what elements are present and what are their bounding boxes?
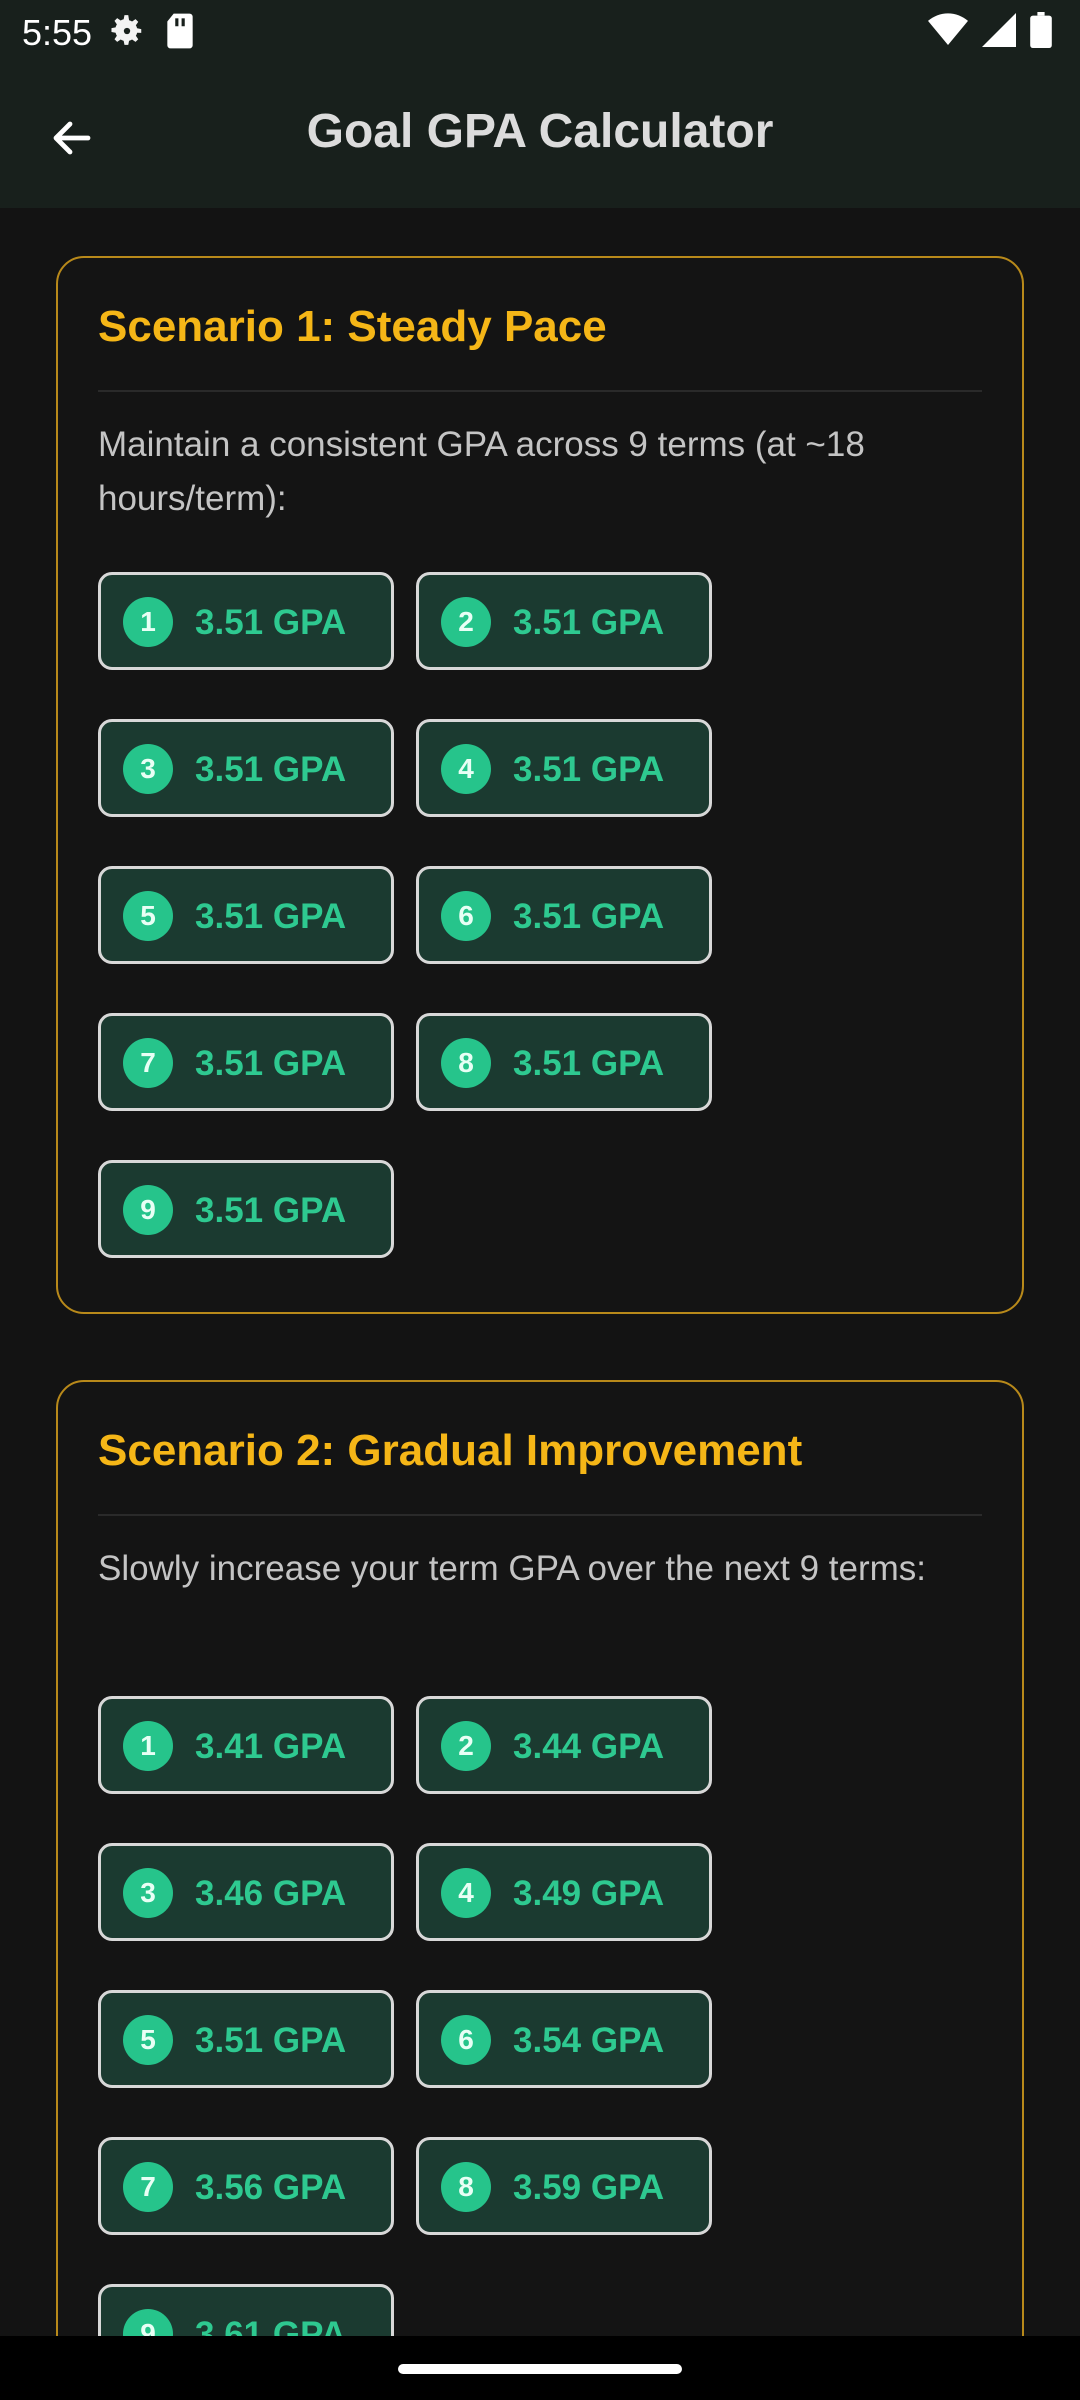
term-gpa: 3.46 GPA xyxy=(195,1874,347,1913)
term-number-badge: 3 xyxy=(123,1868,173,1918)
term-chip-5: 5 3.51 GPA xyxy=(98,1990,394,2088)
status-left-icons xyxy=(108,12,196,59)
page-title: Goal GPA Calculator xyxy=(306,105,774,158)
term-chip-8: 8 3.59 GPA xyxy=(416,2137,712,2235)
term-number-badge: 2 xyxy=(441,597,491,647)
term-number-badge: 5 xyxy=(123,2015,173,2065)
term-number-badge: 2 xyxy=(441,1721,491,1771)
divider xyxy=(98,390,982,392)
term-chip-2: 2 3.44 GPA xyxy=(416,1696,712,1794)
term-chip-6: 6 3.54 GPA xyxy=(416,1990,712,2088)
term-number-badge: 6 xyxy=(441,891,491,941)
term-chip-4: 4 3.51 GPA xyxy=(416,719,712,817)
term-gpa: 3.49 GPA xyxy=(513,1874,665,1913)
term-chip-5: 5 3.51 GPA xyxy=(98,866,394,964)
scenario-description: Maintain a consistent GPA across 9 terms… xyxy=(98,425,865,518)
term-gpa: 3.51 GPA xyxy=(195,603,347,642)
status-bar: 5:55 xyxy=(0,0,1080,64)
term-number-badge: 5 xyxy=(123,891,173,941)
scenario-title: Scenario 2: Gradual Improvement xyxy=(98,1426,803,1475)
gear-icon xyxy=(108,12,146,59)
term-chip-1: 1 3.51 GPA xyxy=(98,572,394,670)
term-number-badge: 6 xyxy=(441,2015,491,2065)
scenario-card-2: Scenario 2: Gradual Improvement Slowly i… xyxy=(56,1380,1024,2336)
term-chip-7: 7 3.56 GPA xyxy=(98,2137,394,2235)
term-number-badge: 4 xyxy=(441,1868,491,1918)
battery-icon xyxy=(1030,12,1052,57)
term-gpa: 3.59 GPA xyxy=(513,2168,665,2207)
term-chip-3: 3 3.51 GPA xyxy=(98,719,394,817)
term-gpa: 3.51 GPA xyxy=(195,1191,347,1230)
status-time: 5:55 xyxy=(22,12,93,53)
term-number-badge: 3 xyxy=(123,744,173,794)
scroll-content[interactable]: Scenario 1: Steady Pace Maintain a consi… xyxy=(0,208,1080,2336)
term-number-badge: 9 xyxy=(123,1185,173,1235)
term-gpa: 3.51 GPA xyxy=(195,2021,347,2060)
navigation-bar xyxy=(0,2336,1080,2400)
term-chip-9: 9 3.61 GPA xyxy=(98,2284,394,2336)
term-chip-7: 7 3.51 GPA xyxy=(98,1013,394,1111)
term-number-badge: 7 xyxy=(123,1038,173,1088)
term-number-badge: 8 xyxy=(441,1038,491,1088)
term-number-badge: 4 xyxy=(441,744,491,794)
term-number-badge: 7 xyxy=(123,2162,173,2212)
term-chip-4: 4 3.49 GPA xyxy=(416,1843,712,1941)
term-gpa: 3.51 GPA xyxy=(513,897,665,936)
signal-icon xyxy=(982,13,1016,56)
scenario-title: Scenario 1: Steady Pace xyxy=(98,302,607,351)
term-gpa: 3.51 GPA xyxy=(513,603,665,642)
term-number-badge: 9 xyxy=(123,2309,173,2336)
wifi-icon xyxy=(928,13,968,56)
sd-card-icon xyxy=(164,12,196,59)
term-chip-1: 1 3.41 GPA xyxy=(98,1696,394,1794)
term-gpa: 3.61 GPA xyxy=(195,2315,347,2336)
term-number-badge: 8 xyxy=(441,2162,491,2212)
term-chip-8: 8 3.51 GPA xyxy=(416,1013,712,1111)
term-gpa: 3.54 GPA xyxy=(513,2021,665,2060)
term-chip-2: 2 3.51 GPA xyxy=(416,572,712,670)
term-chip-9: 9 3.51 GPA xyxy=(98,1160,394,1258)
term-chip-3: 3 3.46 GPA xyxy=(98,1843,394,1941)
home-gesture-handle[interactable] xyxy=(398,2364,682,2374)
app-bar: Goal GPA Calculator xyxy=(0,64,1080,208)
divider xyxy=(98,1514,982,1516)
term-gpa: 3.51 GPA xyxy=(195,1044,347,1083)
term-gpa: 3.51 GPA xyxy=(513,750,665,789)
term-gpa: 3.44 GPA xyxy=(513,1727,665,1766)
term-gpa: 3.56 GPA xyxy=(195,2168,347,2207)
scenario-card-1: Scenario 1: Steady Pace Maintain a consi… xyxy=(56,256,1024,1314)
term-chip-6: 6 3.51 GPA xyxy=(416,866,712,964)
term-gpa: 3.51 GPA xyxy=(195,897,347,936)
term-gpa: 3.41 GPA xyxy=(195,1727,347,1766)
scenario-description: Slowly increase your term GPA over the n… xyxy=(98,1549,927,1588)
term-number-badge: 1 xyxy=(123,597,173,647)
term-gpa: 3.51 GPA xyxy=(195,750,347,789)
term-gpa: 3.51 GPA xyxy=(513,1044,665,1083)
status-right-icons xyxy=(928,12,1052,57)
term-number-badge: 1 xyxy=(123,1721,173,1771)
